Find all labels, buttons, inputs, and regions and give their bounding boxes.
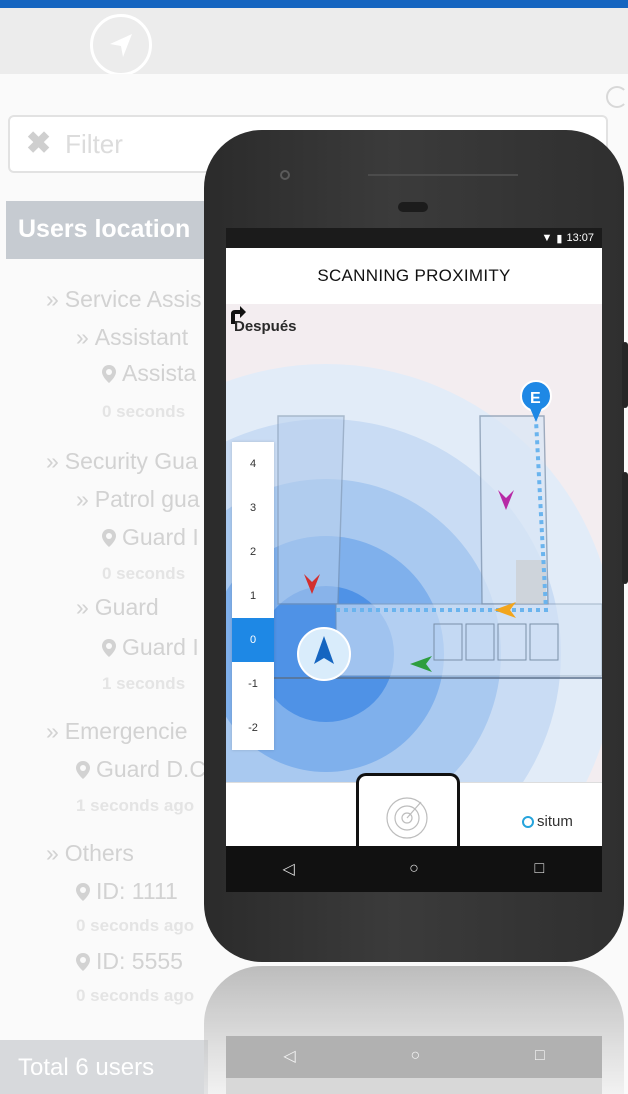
users-location-header: Users location (6, 201, 206, 259)
last-seen: 0 seconds ago (76, 916, 195, 935)
floor-0[interactable]: 0 (232, 618, 274, 662)
group-service-assistance[interactable]: » Service Assis (46, 286, 202, 313)
bottom-toolbar: situm (226, 773, 602, 847)
status-bar: ▼ ▮ 13:07 (226, 228, 602, 248)
home-icon: ○ (410, 1047, 421, 1064)
subgroup-label: Assistant (94, 324, 189, 350)
subgroup-label: Patrol gua (94, 486, 200, 512)
status-time: 13:07 (566, 232, 594, 244)
group-label: Others (64, 840, 134, 866)
subgroup-label: Guard (94, 594, 159, 620)
close-icon[interactable]: ✖ (26, 129, 51, 159)
brand-label: situm (537, 813, 573, 830)
group-label: Emergencie (64, 718, 188, 744)
map-pin-icon (102, 639, 116, 657)
subgroup-guard[interactable]: » Guard (76, 594, 159, 621)
last-seen: 1 seconds (102, 674, 186, 693)
last-seen: 0 seconds (102, 564, 186, 583)
floor-3[interactable]: 3 (232, 486, 274, 530)
chevron-right-icon: » (46, 286, 59, 312)
turn-right-icon (231, 306, 246, 324)
map-pin-icon (102, 529, 116, 547)
floor-1[interactable]: 1 (232, 574, 274, 618)
group-label: Service Assis (64, 286, 202, 312)
floor-minus-1[interactable]: -1 (232, 662, 274, 706)
back-icon: ◁ (283, 1048, 296, 1065)
map-canvas: E (226, 304, 602, 782)
location-label: Guard I (122, 634, 199, 660)
floor-selector: 4 3 2 1 0 -1 -2 (232, 442, 274, 750)
top-navbar (0, 8, 628, 76)
situm-logo-icon (522, 815, 534, 828)
floor-minus-2[interactable]: -2 (232, 706, 274, 750)
user-location[interactable]: Guard I (102, 634, 199, 661)
situm-logo: situm (522, 813, 573, 830)
last-seen: 0 seconds ago (76, 986, 195, 1005)
location-label: ID: 1111 (96, 878, 178, 904)
chevron-right-icon: » (76, 594, 89, 620)
last-seen: 0 seconds (102, 402, 186, 421)
location-label: Guard I (122, 524, 199, 550)
subgroup-assistant[interactable]: » Assistant (76, 324, 188, 351)
phone-bezel-line (368, 174, 518, 176)
refresh-icon[interactable] (606, 86, 628, 108)
total-users-footer: Total 6 users (0, 1040, 208, 1094)
svg-text:E: E (530, 390, 541, 407)
user-location[interactable]: Guard I (102, 524, 199, 551)
map-pin-icon (76, 883, 90, 901)
volume-button (622, 472, 628, 584)
filter-placeholder: Filter (65, 128, 123, 159)
chevron-right-icon: » (46, 448, 59, 474)
chevron-right-icon: » (46, 840, 59, 866)
subgroup-patrol-guard[interactable]: » Patrol gua (76, 486, 200, 513)
top-accent-bar (0, 0, 628, 8)
user-location[interactable]: Assista (102, 360, 196, 387)
front-camera (280, 170, 290, 180)
map-pin-icon (76, 953, 90, 971)
phone-reflection: ◁ ○ □ (204, 966, 624, 1094)
reflection-nav-keys: ◁ ○ □ (226, 1038, 602, 1074)
group-security-guard[interactable]: » Security Gua (46, 448, 198, 475)
chevron-right-icon: » (46, 718, 59, 744)
last-seen: 1 seconds ago (76, 796, 195, 815)
radar-button[interactable] (356, 773, 460, 847)
user-location[interactable]: ID: 1111 (76, 878, 178, 905)
home-icon[interactable]: ○ (399, 854, 429, 884)
back-icon[interactable]: ◁ (274, 854, 304, 884)
location-label: Guard D.C (96, 756, 206, 782)
chevron-right-icon: » (76, 486, 89, 512)
location-label: ID: 5555 (96, 948, 183, 974)
floor-2[interactable]: 2 (232, 530, 274, 574)
navigation-arrow-icon[interactable] (90, 14, 152, 76)
user-location[interactable]: ID: 5555 (76, 948, 183, 975)
location-label: Assista (122, 360, 197, 386)
battery-icon: ▮ (556, 232, 563, 245)
group-emergencies[interactable]: » Emergencie (46, 718, 188, 745)
earpiece (398, 202, 428, 212)
map-pin-icon (76, 761, 90, 779)
floor-4[interactable]: 4 (232, 442, 274, 486)
phone-screen: ▼ ▮ 13:07 SCANNING PROXIMITY E Después 4… (226, 228, 602, 892)
screen-title: SCANNING PROXIMITY (226, 248, 602, 304)
user-location[interactable]: Guard D.C (76, 756, 206, 783)
power-button (622, 342, 628, 408)
chevron-right-icon: » (76, 324, 89, 350)
recents-icon[interactable]: □ (524, 854, 554, 884)
android-nav-bar: ◁ ○ □ (226, 846, 602, 892)
map-pin-icon (102, 365, 116, 383)
group-others[interactable]: » Others (46, 840, 134, 867)
group-label: Security Gua (64, 448, 198, 474)
reflection-toolbar (226, 1078, 602, 1094)
recents-icon: □ (534, 1047, 545, 1064)
radar-icon (386, 797, 428, 839)
indoor-map[interactable]: E Después 4 3 2 1 0 -1 -2 (226, 304, 602, 782)
wifi-icon: ▼ (541, 232, 553, 244)
